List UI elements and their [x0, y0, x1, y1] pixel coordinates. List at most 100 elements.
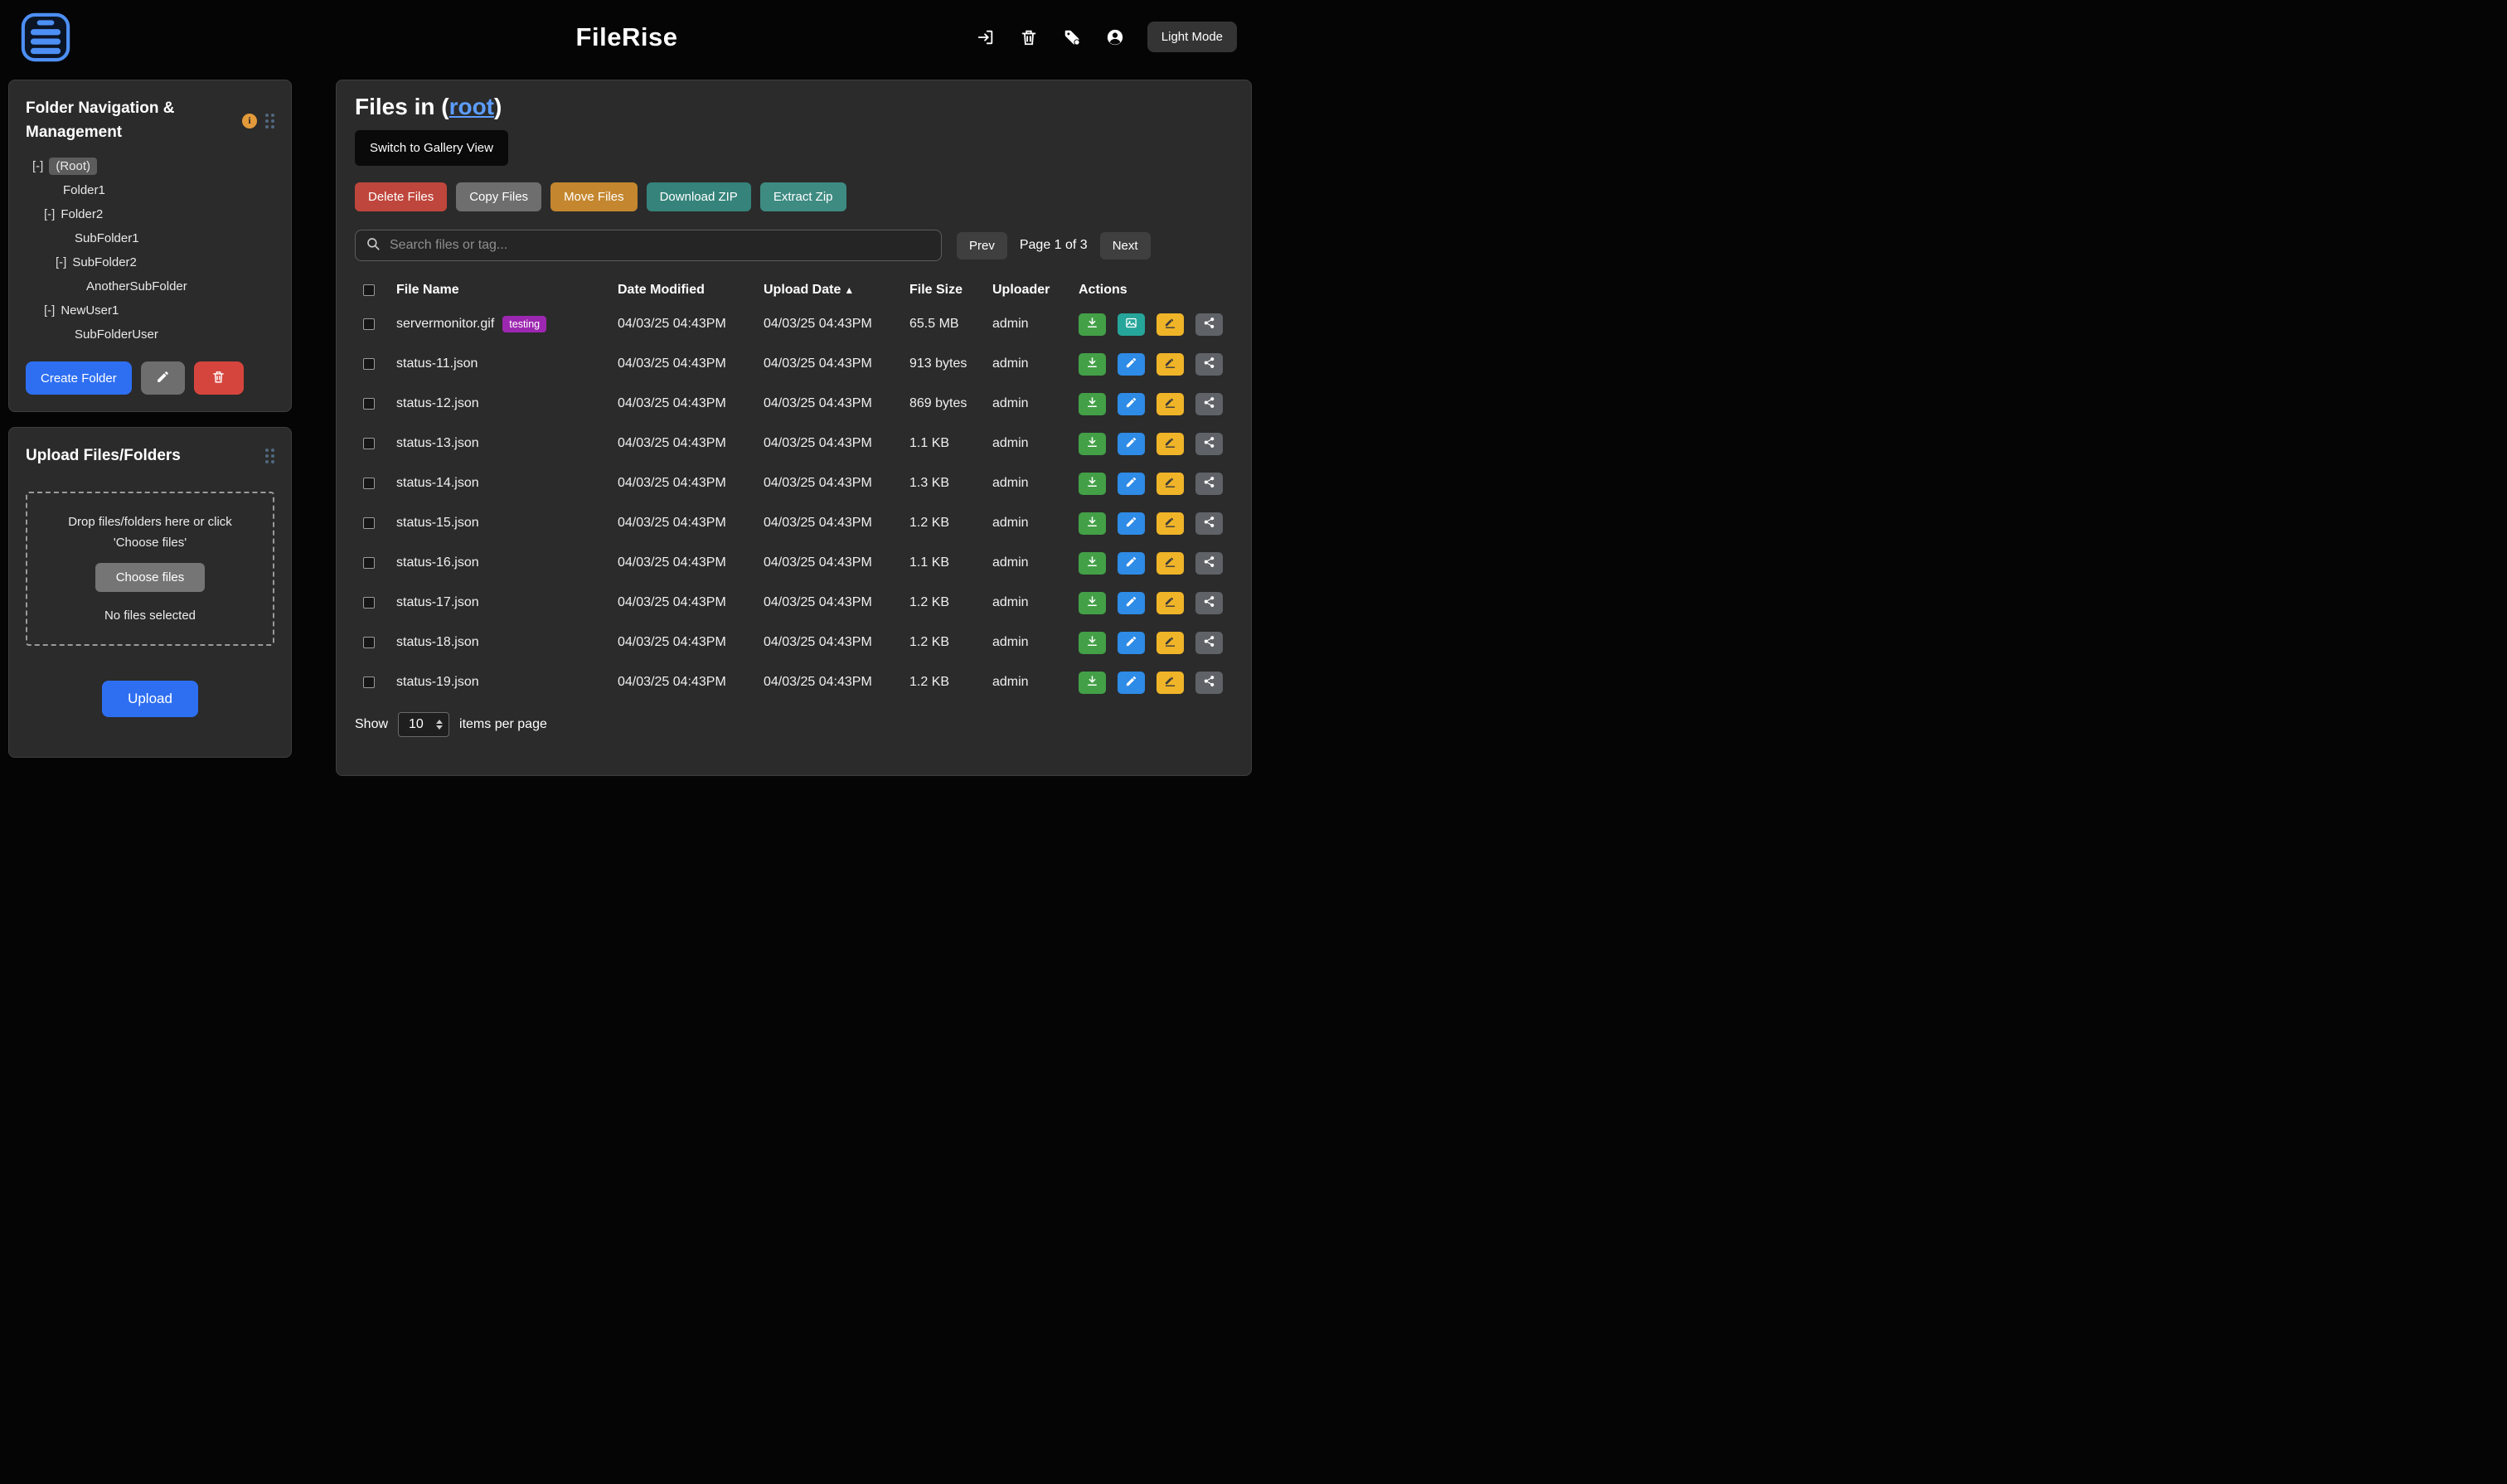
row-checkbox[interactable]	[363, 478, 375, 489]
file-name[interactable]: status-13.json	[396, 436, 479, 451]
create-folder-button[interactable]: Create Folder	[26, 361, 132, 395]
app-logo-icon[interactable]	[20, 12, 71, 63]
search-input[interactable]	[390, 238, 931, 253]
edit-file-button[interactable]	[1118, 592, 1145, 614]
rename-file-button[interactable]	[1157, 672, 1184, 694]
row-checkbox[interactable]	[363, 398, 375, 410]
preview-file-button[interactable]	[1118, 313, 1145, 336]
folder-tree-item[interactable]: [-] NewUser1	[26, 298, 274, 323]
file-dropzone[interactable]: Drop files/folders here or click 'Choose…	[26, 492, 274, 646]
column-header-file-name[interactable]: File Name	[396, 283, 618, 298]
column-header-uploader[interactable]: Uploader	[992, 283, 1079, 298]
folder-name[interactable]: Folder2	[61, 207, 103, 221]
light-mode-button[interactable]: Light Mode	[1147, 22, 1237, 52]
edit-file-button[interactable]	[1118, 632, 1145, 654]
logout-icon[interactable]	[975, 27, 996, 48]
download-file-button[interactable]	[1079, 433, 1106, 455]
trash-icon[interactable]	[1018, 27, 1040, 48]
download-file-button[interactable]	[1079, 473, 1106, 495]
tree-collapse-toggle[interactable]: [-]	[32, 159, 43, 173]
rename-file-button[interactable]	[1157, 393, 1184, 415]
row-checkbox[interactable]	[363, 557, 375, 569]
folder-name[interactable]: SubFolderUser	[75, 327, 158, 342]
rename-folder-button[interactable]	[141, 361, 185, 395]
share-file-button[interactable]	[1195, 552, 1223, 575]
file-name[interactable]: status-16.json	[396, 555, 479, 570]
column-header-file-size[interactable]: File Size	[909, 283, 992, 298]
folder-name[interactable]: NewUser1	[61, 303, 119, 318]
rename-file-button[interactable]	[1157, 353, 1184, 376]
drag-handle-icon[interactable]	[265, 114, 274, 129]
file-name[interactable]: status-17.json	[396, 595, 479, 610]
extract-zip-button[interactable]: Extract Zip	[760, 182, 846, 211]
edit-file-button[interactable]	[1118, 393, 1145, 415]
folder-name[interactable]: Folder1	[63, 183, 105, 197]
share-file-button[interactable]	[1195, 433, 1223, 455]
column-header-date-modified[interactable]: Date Modified	[618, 283, 764, 298]
info-icon[interactable]: i	[242, 114, 257, 129]
download-zip-button[interactable]: Download ZIP	[647, 182, 751, 211]
rename-file-button[interactable]	[1157, 552, 1184, 575]
folder-tree-item[interactable]: [-] (Root)	[26, 154, 274, 178]
drag-handle-icon[interactable]	[265, 449, 274, 463]
download-file-button[interactable]	[1079, 313, 1106, 336]
rename-file-button[interactable]	[1157, 473, 1184, 495]
share-file-button[interactable]	[1195, 632, 1223, 654]
rename-file-button[interactable]	[1157, 512, 1184, 535]
row-checkbox[interactable]	[363, 677, 375, 688]
share-file-button[interactable]	[1195, 512, 1223, 535]
download-file-button[interactable]	[1079, 393, 1106, 415]
folder-name[interactable]: SubFolder2	[72, 255, 137, 269]
folder-tree-item[interactable]: SubFolder1	[26, 226, 274, 250]
tree-collapse-toggle[interactable]: [-]	[44, 303, 55, 318]
file-name[interactable]: status-18.json	[396, 635, 479, 650]
edit-file-button[interactable]	[1118, 552, 1145, 575]
folder-tree-item[interactable]: AnotherSubFolder	[26, 274, 274, 298]
edit-file-button[interactable]	[1118, 512, 1145, 535]
share-file-button[interactable]	[1195, 473, 1223, 495]
folder-tree-item[interactable]: [-] SubFolder2	[26, 250, 274, 274]
share-file-button[interactable]	[1195, 672, 1223, 694]
rename-file-button[interactable]	[1157, 592, 1184, 614]
file-name[interactable]: status-11.json	[396, 356, 478, 371]
upload-button[interactable]: Upload	[102, 681, 198, 717]
choose-files-button[interactable]: Choose files	[95, 563, 206, 592]
share-file-button[interactable]	[1195, 393, 1223, 415]
download-file-button[interactable]	[1079, 512, 1106, 535]
column-header-upload-date[interactable]: Upload Date▲	[764, 283, 909, 298]
download-file-button[interactable]	[1079, 353, 1106, 376]
delete-folder-button[interactable]	[194, 361, 244, 395]
share-file-button[interactable]	[1195, 313, 1223, 336]
folder-tree-item[interactable]: SubFolderUser	[26, 323, 274, 347]
rename-file-button[interactable]	[1157, 433, 1184, 455]
row-checkbox[interactable]	[363, 358, 375, 370]
tree-collapse-toggle[interactable]: [-]	[44, 207, 55, 221]
row-checkbox[interactable]	[363, 438, 375, 449]
download-file-button[interactable]	[1079, 592, 1106, 614]
download-file-button[interactable]	[1079, 672, 1106, 694]
download-file-button[interactable]	[1079, 552, 1106, 575]
edit-file-button[interactable]	[1118, 433, 1145, 455]
switch-gallery-view-button[interactable]: Switch to Gallery View	[355, 130, 508, 166]
next-page-button[interactable]: Next	[1100, 232, 1151, 259]
file-name[interactable]: status-12.json	[396, 396, 479, 411]
file-name[interactable]: servermonitor.gif	[396, 317, 494, 332]
delete-files-button[interactable]: Delete Files	[355, 182, 447, 211]
user-profile-icon[interactable]	[1104, 27, 1126, 48]
folder-name[interactable]: AnotherSubFolder	[86, 279, 187, 293]
row-checkbox[interactable]	[363, 318, 375, 330]
tree-collapse-toggle[interactable]: [-]	[56, 255, 66, 269]
edit-file-button[interactable]	[1118, 473, 1145, 495]
tag-icon[interactable]	[1061, 27, 1083, 48]
edit-file-button[interactable]	[1118, 672, 1145, 694]
items-per-page-select[interactable]: 10	[398, 712, 449, 737]
share-file-button[interactable]	[1195, 592, 1223, 614]
prev-page-button[interactable]: Prev	[957, 232, 1007, 259]
rename-file-button[interactable]	[1157, 632, 1184, 654]
row-checkbox[interactable]	[363, 597, 375, 609]
folder-tree-item[interactable]: Folder1	[26, 178, 274, 202]
folder-name[interactable]: (Root)	[49, 158, 97, 175]
row-checkbox[interactable]	[363, 517, 375, 529]
file-name[interactable]: status-19.json	[396, 675, 479, 690]
folder-name[interactable]: SubFolder1	[75, 231, 139, 245]
